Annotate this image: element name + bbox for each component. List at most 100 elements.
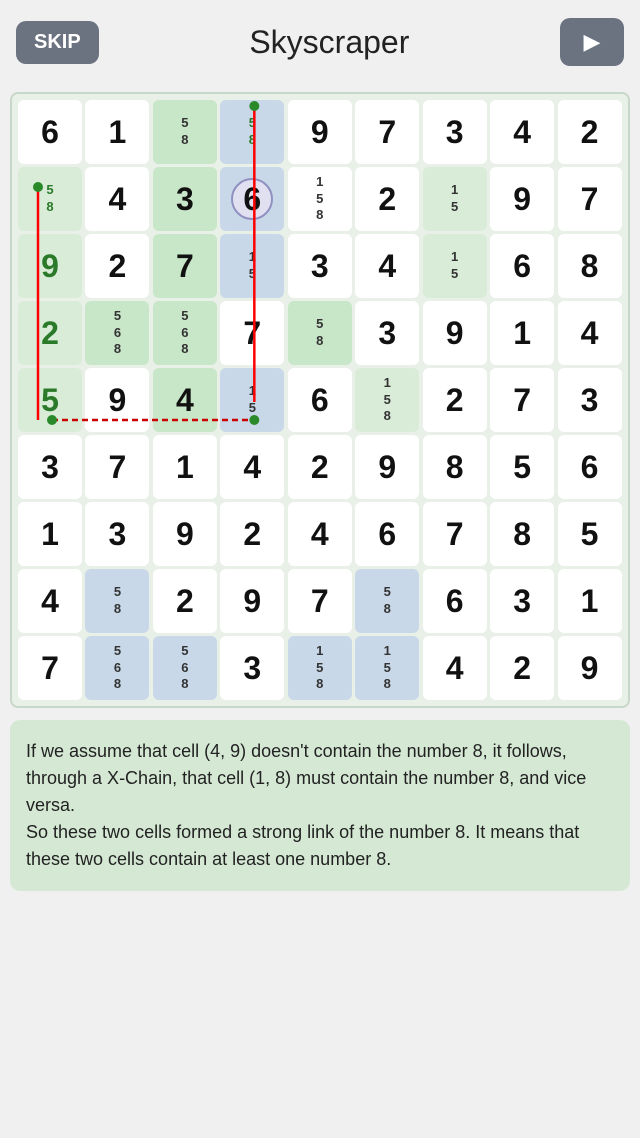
cell-r3-c6[interactable]: 4 <box>355 234 419 298</box>
cell-value: 9 <box>581 650 599 687</box>
cell-r4-c6[interactable]: 3 <box>355 301 419 365</box>
cell-r2-c2[interactable]: 4 <box>85 167 149 231</box>
cell-r8-c2[interactable]: 58 <box>85 569 149 633</box>
cell-r5-c4[interactable]: 15 <box>220 368 284 432</box>
cell-r9-c5[interactable]: 158 <box>288 636 352 700</box>
cell-r6-c6[interactable]: 9 <box>355 435 419 499</box>
cell-r5-c3[interactable]: 4 <box>153 368 217 432</box>
cell-r4-c9[interactable]: 4 <box>558 301 622 365</box>
cell-r1-c7[interactable]: 3 <box>423 100 487 164</box>
cell-r3-c8[interactable]: 6 <box>490 234 554 298</box>
cell-r4-c8[interactable]: 1 <box>490 301 554 365</box>
cell-r6-c2[interactable]: 7 <box>85 435 149 499</box>
cell-value: 2 <box>41 315 59 352</box>
cell-r4-c7[interactable]: 9 <box>423 301 487 365</box>
cell-r7-c9[interactable]: 5 <box>558 502 622 566</box>
cell-r6-c1[interactable]: 3 <box>18 435 82 499</box>
cell-r8-c4[interactable]: 9 <box>220 569 284 633</box>
cell-r1-c2[interactable]: 1 <box>85 100 149 164</box>
cell-r7-c8[interactable]: 8 <box>490 502 554 566</box>
cell-value: 3 <box>581 382 599 419</box>
cell-r7-c3[interactable]: 9 <box>153 502 217 566</box>
cell-candidates: 568 <box>114 308 121 359</box>
cell-r2-c1[interactable]: 58 <box>18 167 82 231</box>
cell-r6-c9[interactable]: 6 <box>558 435 622 499</box>
cell-r8-c1[interactable]: 4 <box>18 569 82 633</box>
cell-r9-c9[interactable]: 9 <box>558 636 622 700</box>
cell-r3-c9[interactable]: 8 <box>558 234 622 298</box>
cell-value: 9 <box>311 114 329 151</box>
cell-r1-c6[interactable]: 7 <box>355 100 419 164</box>
cell-r8-c6[interactable]: 58 <box>355 569 419 633</box>
cell-r9-c6[interactable]: 158 <box>355 636 419 700</box>
cell-r1-c3[interactable]: 58 <box>153 100 217 164</box>
header: SKIP Skyscraper ▶ <box>0 0 640 84</box>
cell-value: 7 <box>378 114 396 151</box>
cell-r8-c8[interactable]: 3 <box>490 569 554 633</box>
cell-r4-c4[interactable]: 7 <box>220 301 284 365</box>
cell-r9-c4[interactable]: 3 <box>220 636 284 700</box>
cell-r2-c9[interactable]: 7 <box>558 167 622 231</box>
cell-r3-c7[interactable]: 15 <box>423 234 487 298</box>
cell-r3-c3[interactable]: 7 <box>153 234 217 298</box>
play-button[interactable]: ▶ <box>560 18 624 66</box>
cell-value: 3 <box>41 449 59 486</box>
cell-r7-c4[interactable]: 2 <box>220 502 284 566</box>
cell-r2-c4[interactable]: 6 <box>220 167 284 231</box>
cell-r2-c7[interactable]: 15 <box>423 167 487 231</box>
skip-button[interactable]: SKIP <box>16 21 99 64</box>
cell-value: 4 <box>581 315 599 352</box>
cell-r6-c3[interactable]: 1 <box>153 435 217 499</box>
cell-r7-c7[interactable]: 7 <box>423 502 487 566</box>
cell-r2-c5[interactable]: 158 <box>288 167 352 231</box>
cell-r1-c5[interactable]: 9 <box>288 100 352 164</box>
cell-r2-c3[interactable]: 3 <box>153 167 217 231</box>
cell-candidates: 568 <box>181 308 188 359</box>
cell-r7-c2[interactable]: 3 <box>85 502 149 566</box>
cell-r5-c1[interactable]: 5 <box>18 368 82 432</box>
cell-r4-c2[interactable]: 568 <box>85 301 149 365</box>
cell-value: 3 <box>446 114 464 151</box>
cell-r9-c3[interactable]: 568 <box>153 636 217 700</box>
cell-r8-c9[interactable]: 1 <box>558 569 622 633</box>
cell-r9-c2[interactable]: 568 <box>85 636 149 700</box>
cell-value: 8 <box>581 248 599 285</box>
cell-r2-c6[interactable]: 2 <box>355 167 419 231</box>
cell-value: 9 <box>513 181 531 218</box>
info-box: If we assume that cell (4, 9) doesn't co… <box>10 720 630 891</box>
cell-r5-c6[interactable]: 158 <box>355 368 419 432</box>
cell-r1-c1[interactable]: 6 <box>18 100 82 164</box>
cell-r7-c1[interactable]: 1 <box>18 502 82 566</box>
cell-r7-c5[interactable]: 4 <box>288 502 352 566</box>
cell-r1-c9[interactable]: 2 <box>558 100 622 164</box>
cell-r3-c5[interactable]: 3 <box>288 234 352 298</box>
cell-r5-c9[interactable]: 3 <box>558 368 622 432</box>
cell-r3-c4[interactable]: 15 <box>220 234 284 298</box>
cell-r8-c5[interactable]: 7 <box>288 569 352 633</box>
cell-r6-c8[interactable]: 5 <box>490 435 554 499</box>
cell-r5-c7[interactable]: 2 <box>423 368 487 432</box>
cell-r6-c7[interactable]: 8 <box>423 435 487 499</box>
cell-r7-c6[interactable]: 6 <box>355 502 419 566</box>
cell-r9-c8[interactable]: 2 <box>490 636 554 700</box>
cell-r5-c2[interactable]: 9 <box>85 368 149 432</box>
cell-r4-c1[interactable]: 2 <box>18 301 82 365</box>
cell-r4-c5[interactable]: 58 <box>288 301 352 365</box>
cell-r5-c5[interactable]: 6 <box>288 368 352 432</box>
cell-value: 3 <box>513 583 531 620</box>
cell-r5-c8[interactable]: 7 <box>490 368 554 432</box>
cell-r4-c3[interactable]: 568 <box>153 301 217 365</box>
cell-r3-c1[interactable]: 9 <box>18 234 82 298</box>
cell-r3-c2[interactable]: 2 <box>85 234 149 298</box>
cell-r1-c4[interactable]: 58 <box>220 100 284 164</box>
cell-r9-c7[interactable]: 4 <box>423 636 487 700</box>
cell-r2-c8[interactable]: 9 <box>490 167 554 231</box>
cell-r6-c5[interactable]: 2 <box>288 435 352 499</box>
cell-r6-c4[interactable]: 4 <box>220 435 284 499</box>
cell-r8-c3[interactable]: 2 <box>153 569 217 633</box>
cell-value: 3 <box>243 650 261 687</box>
cell-r1-c8[interactable]: 4 <box>490 100 554 164</box>
cell-value: 4 <box>311 516 329 553</box>
cell-r9-c1[interactable]: 7 <box>18 636 82 700</box>
cell-r8-c7[interactable]: 6 <box>423 569 487 633</box>
